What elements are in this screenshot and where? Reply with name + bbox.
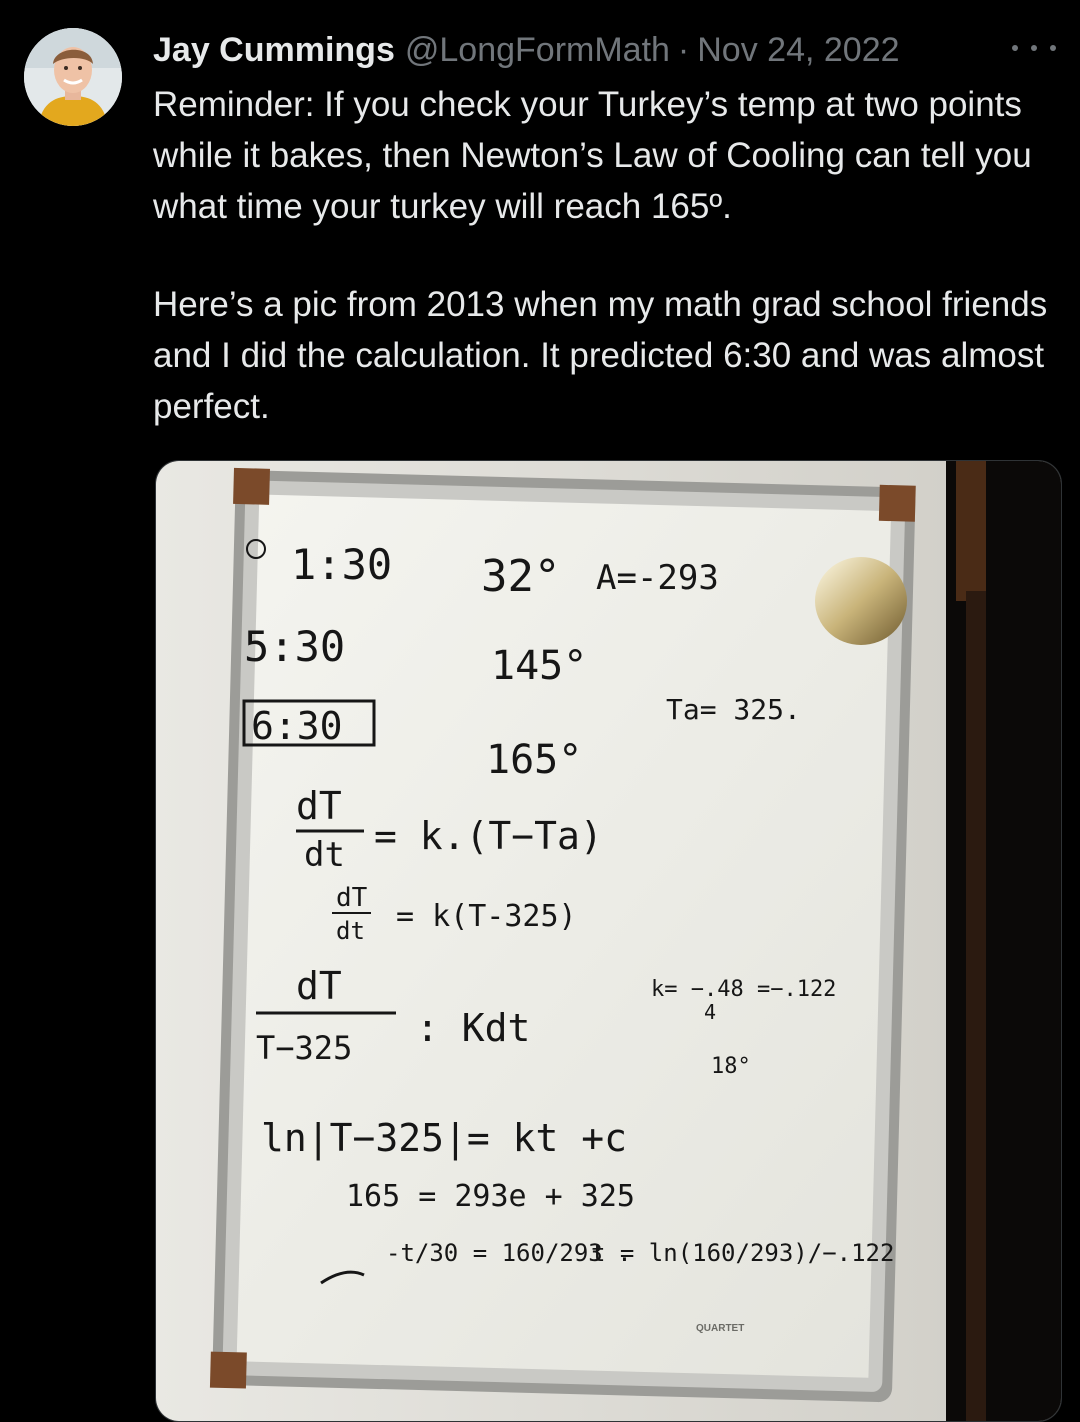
board-eq1-bottom: dt <box>304 835 345 875</box>
board-ambient: Ta= 325. <box>666 693 801 726</box>
tweet-header: Jay Cummings @LongFormMath · Nov 24, 202… <box>153 28 1060 72</box>
board-note-180: 18° <box>711 1054 751 1079</box>
tweet-text: Reminder: If you check your Turkey’s tem… <box>153 79 1058 432</box>
board-temp-2: 145° <box>491 643 587 689</box>
board-time-1: 1:30 <box>291 540 392 589</box>
board-eq3-top: dT <box>296 964 342 1008</box>
board-eq1-rhs: = k.(T−Ta) <box>374 814 603 858</box>
board-eq2-rhs: = k(T-325) <box>396 899 577 934</box>
more-dot <box>1050 45 1056 51</box>
tweet-paragraph: Here’s a pic from 2013 when my math grad… <box>153 285 1048 426</box>
board-ln-line: ln|T−325|= kt +c <box>261 1116 627 1161</box>
more-dot <box>1031 45 1037 51</box>
separator-dot: · <box>677 31 690 69</box>
board-t-line: t = ln(160/293)/−.122 <box>591 1239 894 1267</box>
whiteboard-photo: 1:30 32° A=-293 5:30 145° 6:30 165° Ta= … <box>156 461 1061 1421</box>
board-temp-1: 32° <box>481 551 560 602</box>
board-brand: QUARTET <box>696 1323 744 1334</box>
board-eq2-bottom: dt <box>336 917 365 945</box>
board-solve-line: 165 = 293e + 325 <box>346 1179 635 1214</box>
more-options-icon[interactable] <box>1012 36 1056 60</box>
board-eq3-rhs: : Kdt <box>416 1006 530 1050</box>
board-temp-3: 165° <box>486 737 582 783</box>
author-name[interactable]: Jay Cummings <box>153 28 395 72</box>
avatar-photo <box>24 28 122 126</box>
more-dot <box>1012 45 1018 51</box>
magnet-knob <box>815 557 907 645</box>
board-a-value: A=-293 <box>596 558 719 598</box>
board-k-value: k= −.48 =−.122 <box>651 977 836 1002</box>
author-handle[interactable]: @LongFormMath <box>405 28 670 72</box>
board-eq3-bottom: T−325 <box>256 1029 352 1067</box>
board-time-2: 5:30 <box>244 622 345 671</box>
tweet-date[interactable]: Nov 24, 2022 <box>697 28 899 72</box>
board-eq2-top: dT <box>336 883 368 913</box>
tweet-photo[interactable]: 1:30 32° A=-293 5:30 145° 6:30 165° Ta= … <box>155 460 1062 1422</box>
board-k-denominator: 4 <box>704 1000 716 1024</box>
author-avatar[interactable] <box>24 28 122 126</box>
tweet-paragraph: Reminder: If you check your Turkey’s tem… <box>153 85 1032 226</box>
board-time-3: 6:30 <box>251 704 343 748</box>
board-eq1-top: dT <box>296 784 342 828</box>
